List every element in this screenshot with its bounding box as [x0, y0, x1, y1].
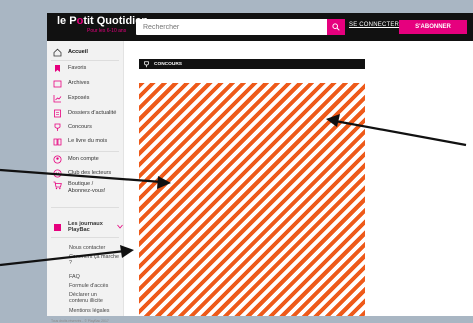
arrow-middle-left — [0, 168, 171, 189]
arrow-bottom-left — [0, 245, 134, 267]
arrow-top-right — [326, 114, 467, 147]
copyright-text: Tous droits réservés - © PlayBac 2017 — [51, 319, 109, 323]
annotation-arrows — [0, 114, 467, 267]
